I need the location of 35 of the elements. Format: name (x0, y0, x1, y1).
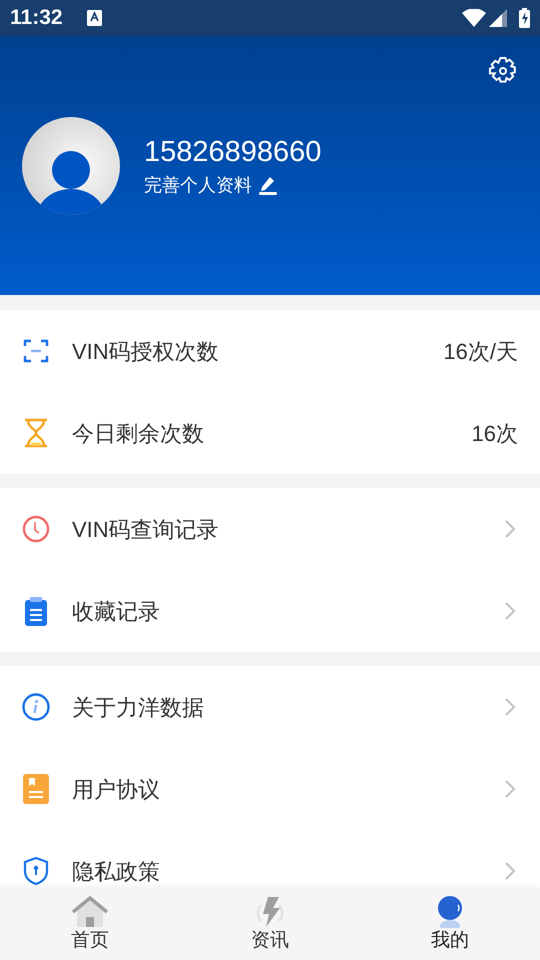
home-icon (71, 896, 109, 928)
nav-tab[interactable]: 首页 (0, 888, 180, 960)
avatar[interactable] (22, 117, 120, 215)
pencil-icon (258, 175, 278, 195)
row-label: 用户协议 (72, 776, 160, 804)
clock-icon (22, 515, 50, 543)
battery-icon (519, 8, 530, 28)
scan-icon (22, 337, 50, 365)
edit-profile-link[interactable]: 完善个人资料 (144, 172, 322, 198)
row-label: 今日剩余次数 (72, 420, 204, 448)
chevron-right-icon (504, 697, 516, 717)
keyboard-notification-icon (86, 10, 102, 26)
clipboard-icon (24, 596, 48, 626)
row-value: 16次 (472, 420, 518, 448)
row-label: 收藏记录 (72, 598, 160, 626)
row-label: 关于力洋数据 (72, 694, 204, 722)
nav-tab[interactable]: 我的 (360, 888, 540, 960)
hourglass-icon (22, 418, 50, 448)
phone-number: 15826898660 (144, 134, 322, 170)
nav-tab[interactable]: 资讯 (180, 888, 360, 960)
signal-icon (489, 9, 507, 27)
chevron-right-icon (504, 601, 516, 621)
row-label: VIN码授权次数 (72, 338, 219, 366)
user-icon (435, 896, 465, 928)
status-time: 11:32 (10, 5, 63, 32)
chevron-right-icon (504, 779, 516, 799)
wifi-icon (462, 9, 486, 27)
chevron-right-icon (504, 519, 516, 539)
info-icon (22, 693, 50, 721)
row-label: VIN码查询记录 (72, 516, 219, 544)
shield-icon (23, 856, 49, 886)
chevron-right-icon (504, 861, 516, 881)
document-icon (23, 774, 49, 804)
row-value: 16次/天 (443, 338, 518, 366)
row-label: 隐私政策 (72, 858, 160, 886)
